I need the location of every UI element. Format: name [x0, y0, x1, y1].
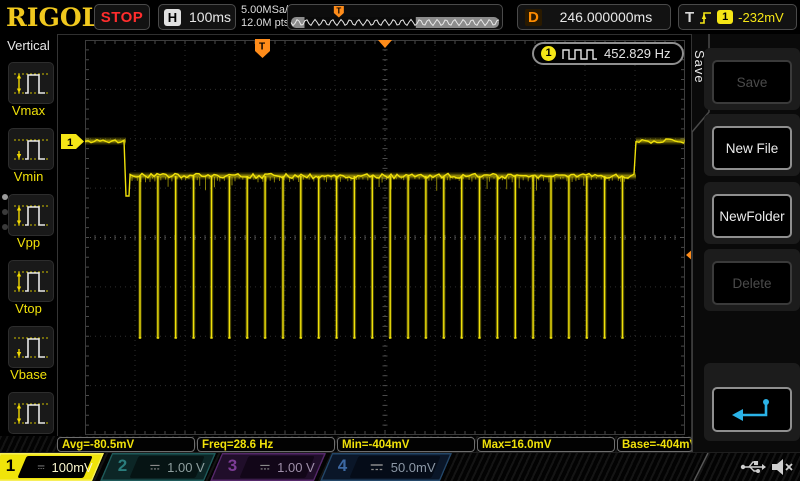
new-file-button[interactable]: New File — [712, 126, 792, 170]
vmax-icon — [12, 67, 50, 99]
channel-scale-box: 50.0mV — [349, 456, 440, 478]
vbase-icon — [12, 331, 50, 363]
acquisition-info: 5.00MSa/s 12.0M pts — [241, 4, 294, 30]
trigger-level-value: -232mV — [738, 10, 784, 25]
channel-number: 3 — [228, 456, 237, 476]
measurement-box: Base=-404mV — [617, 437, 693, 452]
menu-button-label: Vmin — [0, 169, 57, 184]
menu-button-vmax[interactable] — [8, 62, 54, 104]
display-right-border — [691, 34, 692, 436]
memory-window-preview: T — [288, 5, 502, 29]
channel-number: 4 — [338, 456, 347, 476]
channel-1-status[interactable]: 1 100mV — [0, 453, 104, 481]
trigger-box: T 1 -232mV — [678, 4, 797, 30]
measurement-box: Avg=-80.5mV — [57, 437, 195, 452]
status-divider — [690, 453, 716, 481]
vpp-icon — [12, 199, 50, 231]
channel-number: 2 — [118, 456, 127, 476]
channel-scale-value: 1.00 V — [167, 460, 205, 475]
channel-scale-box: 100mV — [17, 456, 92, 478]
channel-number: 1 — [6, 456, 15, 476]
menu-button-vbase[interactable] — [8, 326, 54, 368]
page-dot — [2, 194, 8, 200]
page-dot — [2, 209, 8, 215]
horizontal-settings-box[interactable]: H 100ms — [158, 4, 236, 30]
channel-scale-value: 50.0mV — [391, 460, 436, 475]
dc-coupling-icon — [259, 462, 271, 472]
measurement-box: Freq=28.6 Hz — [197, 437, 335, 452]
vamp-icon — [12, 397, 50, 429]
rising-edge-icon — [699, 9, 712, 25]
run-state-label: STOP — [101, 9, 144, 26]
horizontal-center-marker — [378, 40, 392, 48]
trigger-position-marker[interactable]: T — [255, 39, 270, 58]
brand-logo: RIGOL — [6, 3, 99, 32]
counter-channel-badge: 1 — [541, 46, 556, 61]
t-badge: T — [685, 9, 694, 26]
menu-button-vpp[interactable] — [8, 194, 54, 236]
counter-value: 452.829 Hz — [604, 46, 671, 61]
left-menu: Vertical VmaxVminVppVtopVbaseVamp — [0, 34, 58, 436]
h-badge: H — [164, 9, 181, 26]
channel-scale-box: 1.00 V — [239, 456, 314, 478]
dc-coupling-icon — [369, 462, 385, 472]
back-button[interactable] — [712, 387, 792, 432]
channel-3-status[interactable]: 3 1.00 V — [210, 453, 326, 481]
delay-box: D 246.000000ms — [517, 4, 671, 30]
delete-button[interactable]: Delete — [712, 261, 792, 305]
trigger-channel-badge: 1 — [717, 10, 733, 24]
graticule — [85, 40, 685, 435]
usb-icon — [740, 459, 766, 475]
oscilloscope-screen: RIGOL STOP H 100ms 5.00MSa/s 12.0M pts T… — [0, 0, 800, 480]
vtop-icon — [12, 265, 50, 297]
channel-scale-value: 100mV — [52, 460, 93, 475]
square-wave-icon — [562, 47, 598, 60]
vmin-icon — [12, 133, 50, 165]
menu-button-vmin[interactable] — [8, 128, 54, 170]
channel-1-position-marker[interactable]: 1 — [61, 134, 85, 149]
d-badge: D — [525, 9, 542, 26]
svg-text:1: 1 — [67, 137, 73, 149]
timebase-value: 100ms — [189, 9, 231, 25]
delay-value: 246.000000ms — [542, 9, 670, 25]
measurement-box: Max=16.0mV — [477, 437, 615, 452]
memory-depth-value: 12.0M pts — [241, 17, 294, 30]
dc-coupling-icon — [149, 462, 161, 472]
page-dot — [2, 224, 8, 230]
dc-coupling-icon — [37, 462, 46, 472]
menu-title: Vertical — [0, 38, 57, 53]
channel-status-bar: 1 100mV 2 1.00 V 3 1.00 V 4 50.0mV — [0, 452, 800, 481]
run-state-indicator[interactable]: STOP — [94, 4, 150, 30]
channel-scale-box: 1.00 V — [129, 456, 204, 478]
svg-text:T: T — [259, 42, 265, 53]
channel-2-status[interactable]: 2 1.00 V — [100, 453, 216, 481]
beeper-off-icon — [770, 457, 794, 477]
menu-button-vtop[interactable] — [8, 260, 54, 302]
sample-rate-value: 5.00MSa/s — [241, 4, 294, 17]
menu-button-label: Vtop — [0, 301, 57, 316]
newfolder-button[interactable]: NewFolder — [712, 194, 792, 238]
menu-button-label: Vbase — [0, 367, 57, 382]
horizontal-preview[interactable]: T — [287, 4, 503, 30]
menu-button-label: Vpp — [0, 235, 57, 250]
frequency-counter: 1 452.829 Hz — [532, 42, 684, 65]
return-arrow-icon — [729, 396, 775, 424]
top-status-bar: RIGOL STOP H 100ms 5.00MSa/s 12.0M pts T… — [0, 0, 800, 35]
svg-text:T: T — [336, 7, 341, 16]
menu-button-label: Vmax — [0, 103, 57, 118]
menu-button-vamp[interactable] — [8, 392, 54, 434]
channel-4-status[interactable]: 4 50.0mV — [320, 453, 452, 481]
save-button[interactable]: Save — [712, 60, 792, 104]
channel-scale-value: 1.00 V — [277, 460, 315, 475]
measurement-box: Min=-404mV — [337, 437, 475, 452]
